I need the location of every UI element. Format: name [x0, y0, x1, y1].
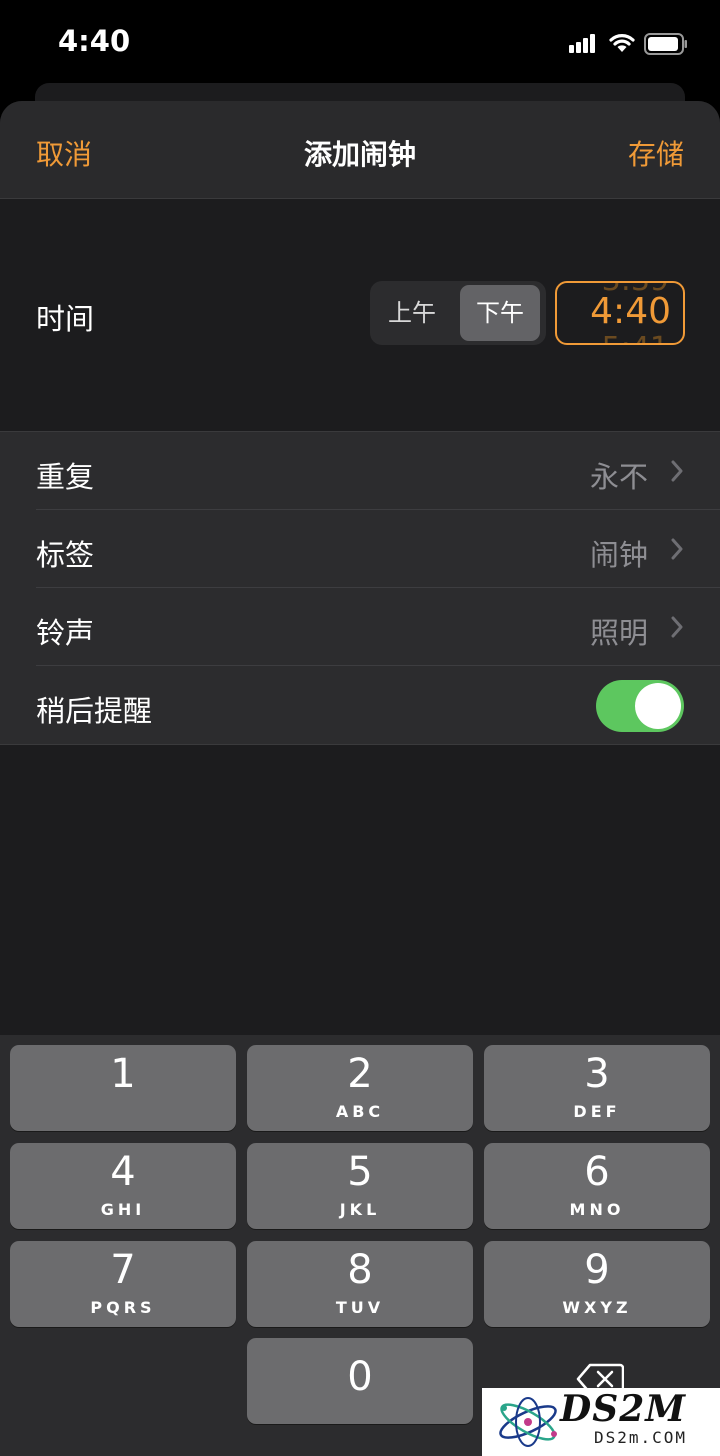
key-digit: 7: [110, 1247, 136, 1293]
chevron-right-icon: [671, 538, 683, 560]
next-time-ghost: 5:41: [602, 331, 669, 343]
snooze-toggle[interactable]: [596, 680, 684, 732]
key-digit: 4: [110, 1149, 136, 1195]
toggle-knob: [635, 683, 681, 729]
time-value: 4:40: [590, 291, 671, 332]
key-letters: TUV: [335, 1298, 385, 1317]
key-3[interactable]: 3 DEF: [484, 1045, 710, 1131]
cellular-signal-icon: [569, 33, 601, 53]
time-label: 时间: [36, 302, 95, 336]
atom-logo-icon: [499, 1397, 557, 1447]
key-digit: 3: [584, 1051, 610, 1097]
key-digit: 8: [347, 1247, 373, 1293]
key-7[interactable]: 7 PQRS: [10, 1241, 236, 1327]
battery-icon: [644, 33, 687, 55]
repeat-row[interactable]: 重复 永不: [0, 432, 720, 510]
watermark-brand: DS2M: [560, 1388, 687, 1430]
key-letters: PQRS: [90, 1298, 156, 1317]
sound-label: 铃声: [36, 616, 95, 650]
chevron-right-icon: [671, 460, 683, 482]
settings-list: 重复 永不 标签 闹钟 铃声 照明 稍后提醒: [0, 431, 720, 745]
key-6[interactable]: 6 MNO: [484, 1143, 710, 1229]
time-input[interactable]: 3:39 4:40 5:41: [555, 281, 685, 345]
sound-value: 照明: [589, 616, 648, 650]
key-letters: WXYZ: [562, 1298, 632, 1317]
key-8[interactable]: 8 TUV: [247, 1241, 473, 1327]
key-5[interactable]: 5 JKL: [247, 1143, 473, 1229]
am-option[interactable]: 上午: [372, 285, 452, 341]
key-letters: JKL: [339, 1200, 381, 1219]
key-digit: 2: [347, 1051, 373, 1097]
key-1[interactable]: 1: [10, 1045, 236, 1131]
snooze-label: 稍后提醒: [36, 694, 153, 728]
snooze-row: 稍后提醒: [0, 666, 720, 744]
repeat-label: 重复: [36, 460, 95, 494]
key-letters: GHI: [100, 1200, 146, 1219]
watermark-url: DS2m.COM: [594, 1428, 688, 1447]
label-row[interactable]: 标签 闹钟: [0, 510, 720, 588]
wifi-icon: [609, 34, 635, 52]
key-digit: 5: [347, 1149, 373, 1195]
status-time: 4:40: [58, 24, 131, 58]
add-alarm-sheet: 取消 添加闹钟 存储 时间 上午 下午 3:39 4:40 5:41 重复 永不…: [0, 101, 720, 1456]
time-row: 时间 上午 下午 3:39 4:40 5:41: [0, 199, 720, 431]
watermark: DS2M DS2m.COM: [482, 1388, 720, 1456]
key-letters: MNO: [569, 1200, 625, 1219]
key-letters: DEF: [573, 1102, 621, 1121]
tag-label: 标签: [36, 538, 95, 572]
navigation-bar: 取消 添加闹钟 存储: [0, 101, 720, 199]
key-digit: 1: [110, 1051, 136, 1097]
repeat-value: 永不: [589, 460, 648, 494]
key-9[interactable]: 9 WXYZ: [484, 1241, 710, 1327]
key-digit: 9: [584, 1247, 610, 1293]
status-bar: 4:40: [0, 0, 720, 88]
key-digit: 6: [584, 1149, 610, 1195]
am-pm-segmented-control: 上午 下午: [370, 281, 546, 345]
chevron-right-icon: [671, 616, 683, 638]
key-letters: ABC: [335, 1102, 385, 1121]
page-title: 添加闹钟: [303, 138, 416, 171]
key-2[interactable]: 2 ABC: [247, 1045, 473, 1131]
key-4[interactable]: 4 GHI: [10, 1143, 236, 1229]
sound-row[interactable]: 铃声 照明: [0, 588, 720, 666]
tag-value: 闹钟: [589, 538, 648, 572]
pm-option[interactable]: 下午: [460, 285, 540, 341]
save-button[interactable]: 存储: [628, 133, 684, 173]
key-digit: 0: [347, 1354, 373, 1400]
key-0[interactable]: 0: [247, 1338, 473, 1424]
